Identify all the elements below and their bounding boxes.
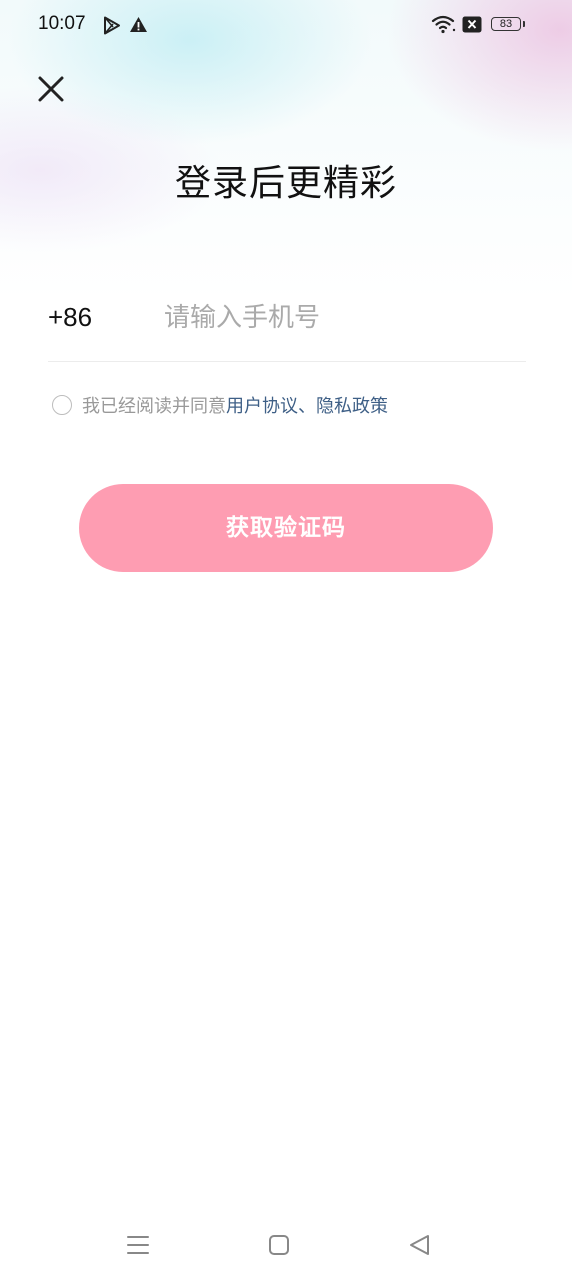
- agreement-row: 我已经阅读并同意 用户协议 、 隐私政策: [52, 390, 388, 420]
- get-verification-code-button[interactable]: 获取验证码: [79, 484, 493, 572]
- agreement-checkbox[interactable]: [52, 395, 72, 415]
- close-icon: [38, 76, 64, 102]
- home-button[interactable]: [259, 1226, 299, 1266]
- back-icon: [410, 1235, 429, 1255]
- back-button[interactable]: [400, 1226, 440, 1266]
- country-code-selector[interactable]: +86: [48, 302, 92, 333]
- status-bar: 10:07 83: [0, 0, 572, 52]
- phone-number-input[interactable]: [164, 296, 514, 340]
- battery-tip: [523, 21, 525, 27]
- menu-icon: [127, 1236, 149, 1254]
- login-screen: 10:07 83 登录后更精彩 +86 请输入手机号 我已经阅读并同意 用户协议…: [0, 0, 572, 1280]
- status-time: 10:07: [38, 13, 86, 34]
- user-agreement-link[interactable]: 用户协议: [226, 392, 298, 418]
- agreement-separator: 、: [298, 396, 316, 417]
- close-button[interactable]: [34, 72, 68, 106]
- sim-off-icon: [462, 16, 482, 33]
- battery-icon: 83: [491, 17, 521, 31]
- agreement-text: 我已经阅读并同意: [82, 396, 226, 417]
- page-title: 登录后更精彩: [174, 163, 397, 204]
- home-icon: [269, 1235, 289, 1255]
- play-store-icon: [104, 16, 120, 35]
- alert-icon: [130, 17, 147, 32]
- privacy-policy-link[interactable]: 隐私政策: [316, 392, 388, 418]
- menu-button[interactable]: [118, 1226, 158, 1266]
- wifi-icon: [431, 15, 456, 34]
- phone-number-row: +86: [48, 290, 526, 362]
